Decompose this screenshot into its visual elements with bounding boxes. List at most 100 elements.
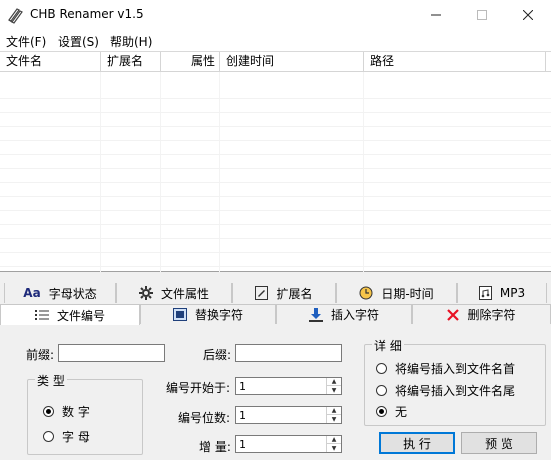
start-spinner[interactable]: 1 ▲ ▼: [235, 377, 342, 395]
letter-case-icon: Aa: [23, 286, 40, 300]
spin-down-icon[interactable]: ▼: [327, 415, 341, 423]
close-button[interactable]: [505, 0, 551, 30]
suffix-label: 后缀:: [203, 348, 232, 362]
list-row: [0, 170, 551, 183]
column-path[interactable]: 路径: [364, 52, 546, 71]
maximize-icon: [477, 10, 487, 20]
type-letter-radio[interactable]: 字 母: [43, 428, 90, 445]
extension-icon: [255, 286, 269, 300]
radio-empty-icon: [43, 431, 54, 442]
menu-settings[interactable]: 设置(S): [58, 33, 99, 50]
prefix-label: 前缀:: [26, 348, 55, 362]
tab-insert-chars[interactable]: 插入字符: [276, 304, 412, 324]
close-icon: [523, 10, 533, 20]
type-group-title: 类 型: [35, 372, 67, 389]
radio-label: 字 母: [62, 430, 90, 444]
increment-value: 1: [239, 438, 246, 451]
prefix-input[interactable]: [58, 344, 165, 362]
column-attributes[interactable]: 属性: [161, 52, 220, 71]
tab-label: 日期-时间: [381, 286, 434, 301]
column-created[interactable]: 创建时间: [220, 52, 364, 71]
type-number-radio[interactable]: 数 字: [43, 403, 90, 420]
spin-up-icon[interactable]: ▲: [327, 378, 341, 386]
radio-label: 将编号插入到文件名尾: [395, 384, 516, 398]
file-list[interactable]: 文件名 扩展名 属性 创建时间 路径: [0, 51, 551, 272]
spin-up-icon[interactable]: ▲: [327, 436, 341, 444]
increment-label: 增 量:: [199, 440, 231, 454]
tab-delete-chars[interactable]: 删除字符: [412, 304, 551, 324]
tab-row-top: Aa 字母状态 文件属性 扩展名 日期-时间 MP3: [0, 283, 551, 303]
numbered-list-icon: [34, 309, 49, 321]
insert-none-radio[interactable]: 无: [376, 403, 407, 420]
list-row: [0, 184, 551, 197]
window-title: CHB Renamer v1.5: [30, 7, 144, 21]
app-icon: [8, 8, 23, 24]
tab-label: MP3: [499, 286, 526, 300]
title-bar: CHB Renamer v1.5: [0, 0, 551, 30]
clock-icon: [359, 286, 373, 300]
list-header: 文件名 扩展名 属性 创建时间 路径: [0, 52, 551, 72]
gear-icon: [138, 286, 153, 300]
tab-letter-case[interactable]: Aa 字母状态: [4, 283, 116, 303]
tab-file-attributes[interactable]: 文件属性: [116, 283, 232, 303]
insert-tail-radio[interactable]: 将编号插入到文件名尾: [376, 382, 515, 399]
tab-label: 扩展名: [276, 286, 313, 301]
insert-arrow-icon: [308, 307, 323, 322]
radio-empty-icon: [376, 363, 387, 374]
delete-x-icon: [447, 308, 460, 321]
menu-help[interactable]: 帮助(H): [110, 33, 152, 50]
maximize-button[interactable]: [459, 0, 505, 30]
execute-button[interactable]: 执 行: [379, 432, 455, 454]
menu-bar: 文件(F) 设置(S) 帮助(H): [0, 30, 551, 51]
spin-up-icon[interactable]: ▲: [327, 407, 341, 415]
spin-down-icon[interactable]: ▼: [327, 444, 341, 452]
start-value: 1: [239, 380, 246, 393]
menu-file[interactable]: 文件(F): [6, 33, 46, 50]
digits-spinner[interactable]: 1 ▲ ▼: [235, 406, 342, 424]
detail-group-title: 详 细: [372, 337, 404, 354]
list-row: [0, 226, 551, 239]
list-row: [0, 198, 551, 211]
tab-extension[interactable]: 扩展名: [232, 283, 336, 303]
start-label: 编号开始于:: [166, 381, 231, 395]
tab-label: 文件属性: [160, 286, 209, 301]
list-row: [0, 86, 551, 99]
tab-file-numbering[interactable]: 文件编号: [0, 304, 140, 325]
spin-down-icon[interactable]: ▼: [327, 386, 341, 394]
list-row: [0, 254, 551, 267]
preview-button[interactable]: 预 览: [461, 432, 537, 454]
radio-selected-icon: [43, 406, 54, 417]
column-filename[interactable]: 文件名: [0, 52, 101, 71]
type-group: 类 型 数 字 字 母: [27, 372, 143, 455]
numbering-panel: 前缀: 后缀: 类 型 数 字 字 母 编号开始于: 1 ▲ ▼ 编号位数: 1 …: [0, 324, 551, 460]
replace-icon: [172, 308, 187, 321]
tab-label: 字母状态: [48, 286, 97, 301]
music-file-icon: [478, 286, 492, 300]
tab-date-time[interactable]: 日期-时间: [336, 283, 457, 303]
tab-replace-chars[interactable]: 替换字符: [140, 304, 276, 324]
digits-label: 编号位数:: [178, 411, 231, 425]
list-row: [0, 240, 551, 253]
suffix-input[interactable]: [235, 344, 342, 362]
list-row: [0, 142, 551, 155]
column-extension[interactable]: 扩展名: [101, 52, 161, 71]
radio-selected-icon: [376, 406, 387, 417]
list-row: [0, 156, 551, 169]
minimize-icon: [431, 14, 441, 16]
tab-label: 插入字符: [330, 308, 379, 322]
list-row: [0, 212, 551, 225]
list-row: [0, 128, 551, 141]
list-row: [0, 114, 551, 127]
radio-empty-icon: [376, 385, 387, 396]
tab-label: 替换字符: [194, 308, 243, 322]
increment-spinner[interactable]: 1 ▲ ▼: [235, 435, 342, 453]
tab-label: 文件编号: [56, 308, 105, 323]
minimize-button[interactable]: [413, 0, 459, 30]
radio-label: 数 字: [62, 405, 90, 419]
tab-mp3[interactable]: MP3: [457, 283, 547, 303]
detail-group: 详 细 将编号插入到文件名首 将编号插入到文件名尾 无: [364, 337, 546, 426]
list-row: [0, 100, 551, 113]
insert-head-radio[interactable]: 将编号插入到文件名首: [376, 360, 515, 377]
tab-row-bottom: 文件编号 替换字符 插入字符 删除字符: [0, 304, 551, 325]
tab-label: 删除字符: [467, 308, 516, 322]
